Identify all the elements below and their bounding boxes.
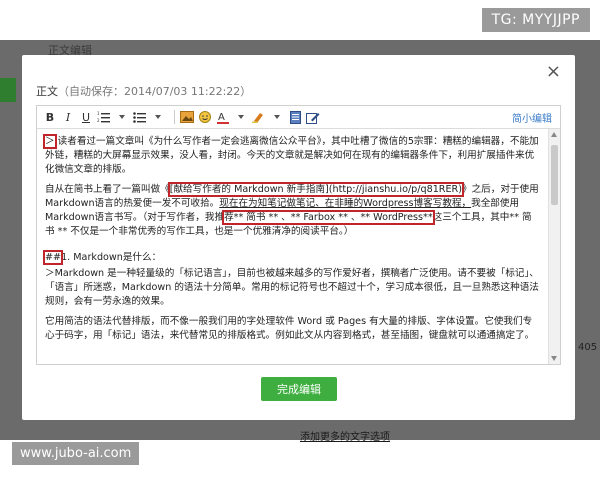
italic-button[interactable]: I	[61, 109, 75, 125]
ordered-list-icon[interactable]: 12	[97, 109, 111, 125]
document-icon[interactable]	[288, 109, 302, 125]
svg-text:A: A	[218, 112, 225, 123]
watermark-bottom-left: www.jubo-ai.com	[12, 442, 140, 465]
finish-editing-button[interactable]: 完成编辑	[261, 377, 337, 401]
paragraph: 自从在简书上看了一篇叫做《[献给写作者的 Markdown 新手指南](http…	[45, 182, 540, 239]
dialog-title: 正文（自动保存：2014/07/03 11:22:22）	[36, 83, 251, 99]
background-link[interactable]: 添加更多的文字选项	[300, 428, 390, 443]
paragraph: 它用简洁的语法代替排版，而不像一般我们用的字处理软件 Word 或 Pages …	[45, 316, 535, 341]
dropdown-chevron-icon[interactable]	[115, 109, 129, 125]
paragraph: ＞ 读者看过一篇文章叫《为什么写作者一定会逃离微信公众平台》，其中吐槽了微信的5…	[43, 134, 540, 177]
scroll-down-icon[interactable]	[551, 356, 557, 361]
dropdown-chevron-icon[interactable]	[151, 109, 165, 125]
bullet-list-icon[interactable]	[133, 109, 147, 125]
bold-button[interactable]: B	[43, 109, 57, 125]
scrollbar-thumb[interactable]	[551, 145, 558, 205]
annotation-box-heading-marker: ##	[42, 250, 64, 265]
font-color-button[interactable]: A	[216, 109, 230, 125]
paragraph-text: 读者看过一篇文章叫《为什么写作者一定会逃离微信公众平台》，其中吐槽了微信的5宗罪…	[45, 136, 539, 175]
annotation-box-markdown-link: [献给写作者的 Markdown 新手指南](http://jianshu.io…	[167, 182, 464, 197]
heading-line: ##1. Markdown是什么：	[42, 250, 540, 265]
svg-text:1: 1	[97, 111, 100, 116]
svg-text:2: 2	[97, 118, 100, 123]
paragraph: ＞Markdown 是一种轻量级的「标记语言」，目前也被越来越多的写作爱好者，撰…	[45, 268, 539, 307]
underline-button[interactable]: U	[79, 109, 93, 125]
background-number: 405	[578, 342, 598, 353]
dropdown-chevron-icon[interactable]	[234, 109, 248, 125]
watermark-top-right: TG: MYYJJPP	[481, 8, 590, 32]
rich-text-editor: B I U 12 A 简小编辑 ＞ 读者看过一篇文章叫《为什么写作者一定会逃离微…	[36, 105, 561, 365]
editor-scrollbar[interactable]	[548, 129, 560, 364]
background-green-tab	[0, 78, 16, 102]
highlight-icon[interactable]	[252, 109, 266, 125]
emoji-icon[interactable]	[198, 109, 212, 125]
editor-dialog: × 正文（自动保存：2014/07/03 11:22:22） B I U 12	[22, 55, 575, 420]
scroll-up-icon[interactable]	[551, 132, 557, 137]
annotation-box-bold-syntax: 荐** 简书 ** 、** Farbox ** 、** WordPress**	[222, 210, 435, 225]
dialog-title-label: 正文	[36, 85, 58, 98]
annotation-box-quote-marker: ＞	[43, 134, 57, 149]
edit-source-icon[interactable]	[306, 109, 320, 125]
close-icon[interactable]: ×	[546, 61, 561, 82]
editor-toolbar: B I U 12 A 简小编辑	[37, 106, 560, 129]
paragraph-text: 现在在为知笔记做笔记、在非睡的Wordpress博客写教程，	[219, 198, 472, 209]
toolbar-divider	[174, 110, 175, 124]
heading-text: 1. Markdown是什么：	[61, 252, 162, 263]
simple-editor-link[interactable]: 简小编辑	[512, 110, 552, 125]
image-icon[interactable]	[180, 109, 194, 125]
autosave-status: （自动保存：2014/07/03 11:22:22）	[58, 85, 252, 98]
paragraph-text: 自从在简书上看了一篇叫做《	[45, 184, 170, 195]
dropdown-chevron-icon[interactable]	[270, 109, 284, 125]
editor-content[interactable]: ＞ 读者看过一篇文章叫《为什么写作者一定会逃离微信公众平台》，其中吐槽了微信的5…	[37, 129, 548, 364]
